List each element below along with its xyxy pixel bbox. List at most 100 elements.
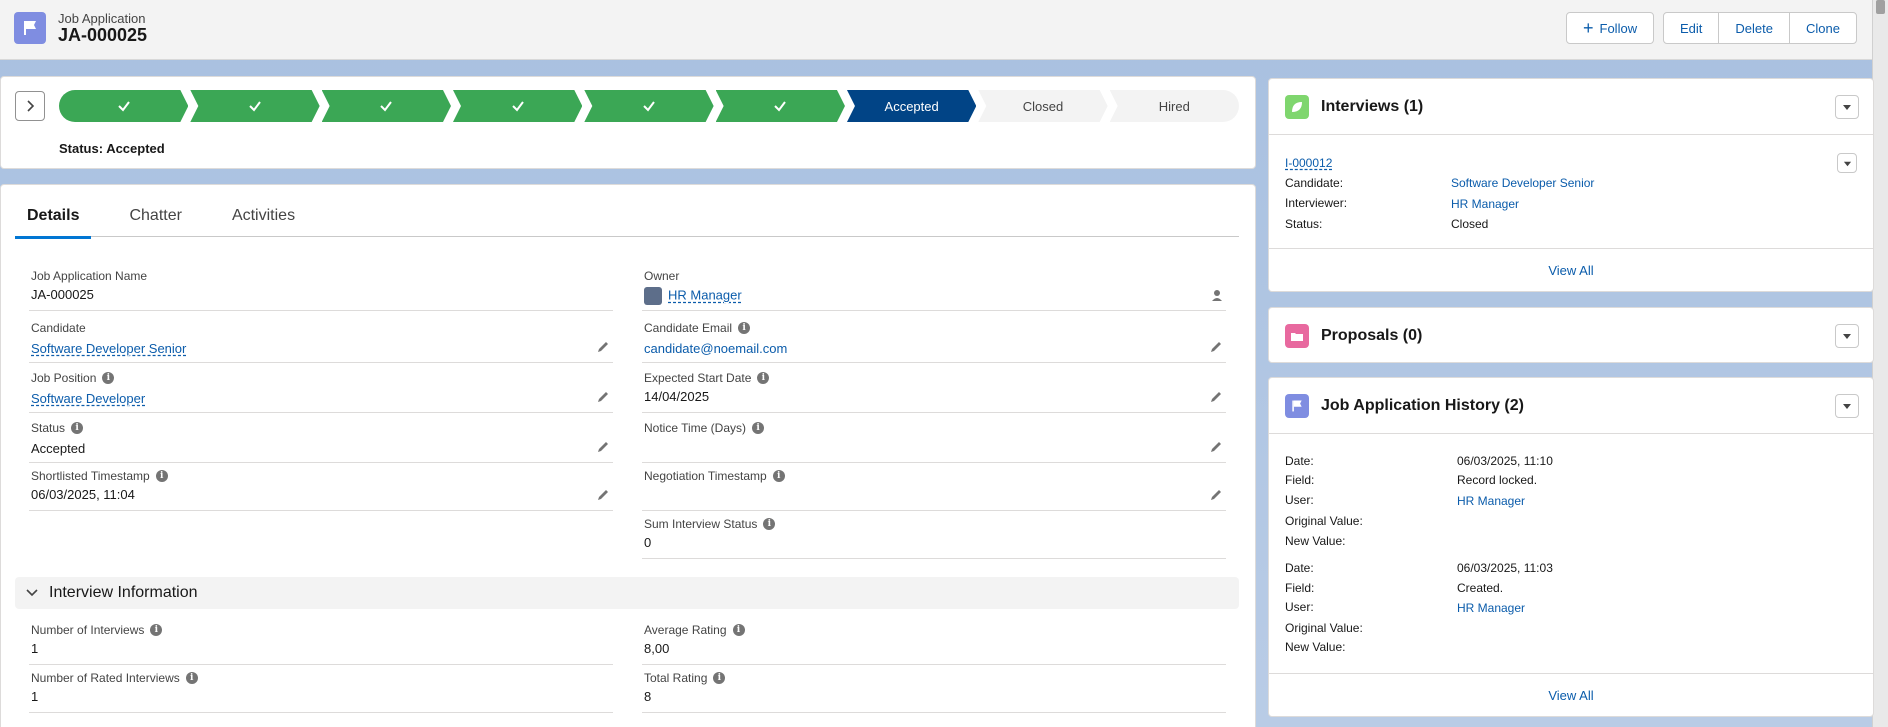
info-icon[interactable]: i — [102, 372, 115, 384]
path-step-7[interactable]: Accepted — [847, 90, 976, 122]
chevron-down-icon — [1843, 404, 1851, 409]
candidate-email-link[interactable]: candidate@noemail.com — [644, 341, 787, 356]
field-label: Candidate Email i — [644, 321, 751, 335]
path-step-4[interactable] — [453, 90, 582, 122]
related-list-menu-button[interactable] — [1835, 95, 1859, 119]
check-icon — [773, 99, 787, 113]
history-user-link[interactable]: HR Manager — [1457, 601, 1525, 615]
edit-button[interactable]: Edit — [1663, 12, 1720, 44]
pencil-icon[interactable] — [595, 339, 611, 355]
field-value: 8 — [644, 689, 652, 704]
field-value: 8,00 — [644, 641, 670, 656]
info-icon[interactable]: i — [713, 672, 726, 684]
tab-activities[interactable]: Activities — [220, 201, 307, 237]
folder-icon — [1285, 324, 1309, 348]
field-label: Number of Rated Interviews i — [31, 671, 198, 685]
row-label: Candidate: — [1285, 176, 1344, 190]
info-icon[interactable]: i — [763, 518, 776, 530]
info-icon[interactable]: i — [71, 422, 84, 434]
row-actions-button[interactable] — [1837, 153, 1857, 173]
field-label: Shortlisted Timestamp i — [31, 469, 168, 483]
job-position-link[interactable]: Software Developer — [31, 391, 145, 406]
plus-icon: + — [1583, 18, 1594, 38]
owner-link[interactable]: HR Manager — [668, 287, 742, 302]
record-header: Job Application JA-000025 + Follow Edit … — [0, 0, 1872, 60]
path-status-text: Status: Accepted — [59, 141, 165, 156]
info-icon[interactable]: i — [150, 624, 163, 636]
field-job-application-name: Job Application Name JA-000025 — [29, 263, 613, 311]
path-step-2[interactable] — [190, 90, 319, 122]
info-icon[interactable]: i — [772, 470, 785, 482]
pencil-icon[interactable] — [595, 487, 611, 503]
section-title: Interview Information — [49, 584, 198, 601]
field-value: 1 — [31, 689, 39, 704]
page-scrollbar[interactable] — [1872, 0, 1888, 727]
path-step-3[interactable] — [322, 90, 451, 122]
related-card-title[interactable]: Interviews (1) — [1321, 98, 1423, 116]
avatar — [644, 287, 662, 305]
info-icon[interactable]: i — [185, 672, 198, 684]
pencil-icon[interactable] — [595, 389, 611, 405]
interview-candidate-link[interactable]: Software Developer Senior — [1451, 176, 1594, 190]
job-application-history-card: Job Application History (2) Date: 06/03/… — [1268, 377, 1874, 717]
info-icon[interactable]: i — [757, 372, 770, 384]
scrollbar-thumb[interactable] — [1876, 0, 1885, 14]
clone-button[interactable]: Clone — [1788, 12, 1857, 44]
history-label: Field: — [1285, 473, 1315, 487]
path-step-label: Closed — [1022, 98, 1064, 114]
path-step-8[interactable]: Closed — [978, 90, 1107, 122]
history-field: Created. — [1457, 581, 1504, 595]
path-step-6[interactable] — [716, 90, 845, 122]
owner-value: HR Manager — [644, 287, 742, 305]
candidate-link[interactable]: Software Developer Senior — [31, 341, 186, 356]
field-label: Number of Interviews i — [31, 623, 163, 637]
pencil-icon[interactable] — [1208, 487, 1224, 503]
follow-button[interactable]: + Follow — [1566, 12, 1655, 44]
pencil-icon[interactable] — [1208, 439, 1224, 455]
field-value: JA-000025 — [31, 287, 94, 302]
interview-record-link[interactable]: I-000012 — [1285, 156, 1332, 170]
proposals-related-card: Proposals (0) — [1268, 307, 1874, 363]
path-step-label: Accepted — [884, 98, 939, 114]
chevron-down-icon — [1843, 334, 1851, 339]
view-all-interviews-link[interactable]: View All — [1269, 248, 1873, 292]
tab-details[interactable]: Details — [15, 201, 92, 239]
view-all-history-link[interactable]: View All — [1269, 673, 1873, 717]
info-icon[interactable]: i — [155, 470, 168, 482]
history-label: Original Value: — [1285, 514, 1363, 528]
pencil-icon[interactable] — [595, 439, 611, 455]
path-step-1[interactable] — [59, 90, 188, 122]
change-owner-icon[interactable] — [1208, 287, 1224, 303]
interview-information-section[interactable]: Interview Information — [15, 577, 1239, 609]
delete-button[interactable]: Delete — [1718, 12, 1790, 44]
related-card-title[interactable]: Job Application History (2) — [1321, 397, 1524, 415]
check-icon — [248, 99, 262, 113]
info-icon[interactable]: i — [752, 422, 765, 434]
flag-icon — [14, 12, 46, 44]
field-owner: Owner HR Manager — [642, 263, 1226, 311]
stage-path: Accepted Closed Hired — [59, 90, 1239, 122]
interviewer-link[interactable]: HR Manager — [1451, 197, 1519, 211]
flag-icon — [1285, 394, 1309, 418]
history-user-link[interactable]: HR Manager — [1457, 494, 1525, 508]
path-step-9[interactable]: Hired — [1109, 90, 1239, 122]
related-list-menu-button[interactable] — [1835, 324, 1859, 348]
field-job-position: Job Position i Software Developer — [29, 365, 613, 413]
related-card-title[interactable]: Proposals (0) — [1321, 327, 1422, 345]
info-icon[interactable]: i — [732, 624, 745, 636]
related-list-menu-button[interactable] — [1835, 394, 1859, 418]
interviews-related-card: Interviews (1) I-000012 Candidate: Softw… — [1268, 78, 1874, 292]
history-label: New Value: — [1285, 534, 1346, 548]
history-label: Original Value: — [1285, 621, 1363, 635]
field-number-of-rated-interviews: Number of Rated Interviews i 1 — [29, 665, 613, 713]
pencil-icon[interactable] — [1208, 389, 1224, 405]
history-label: New Value: — [1285, 640, 1346, 654]
tab-chatter[interactable]: Chatter — [117, 201, 193, 237]
history-label: User: — [1285, 600, 1314, 614]
field-label: Average Rating i — [644, 623, 745, 637]
info-icon[interactable]: i — [738, 322, 751, 334]
pencil-icon[interactable] — [1208, 339, 1224, 355]
path-step-5[interactable] — [584, 90, 713, 122]
path-toggle-button[interactable] — [15, 91, 45, 121]
field-value: 14/04/2025 — [644, 389, 710, 404]
